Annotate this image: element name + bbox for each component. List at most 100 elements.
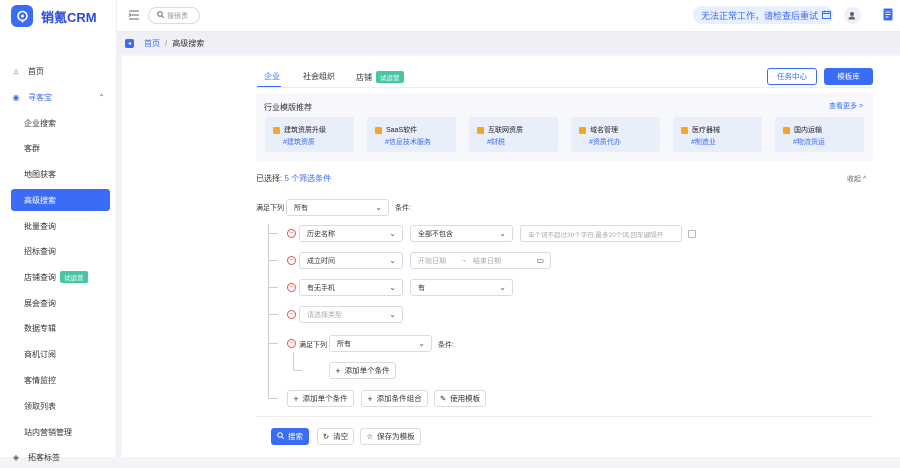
- condition-type-select[interactable]: 请选择类型 ⌄: [299, 306, 403, 323]
- chevron-down-icon: ⌄: [389, 256, 396, 265]
- view-more-link[interactable]: 查看更多 >: [829, 101, 863, 111]
- template-card[interactable]: 国内运输 #物流货运: [775, 117, 864, 152]
- condition-field-select[interactable]: 有无手机 ⌄: [299, 279, 403, 296]
- search-button[interactable]: 搜索: [271, 428, 309, 445]
- condition-value-select[interactable]: 有 ⌄: [410, 279, 513, 296]
- sidebar-item-label: 商机订阅: [24, 349, 56, 359]
- nested-match-mode-select[interactable]: 所有 ⌄: [329, 335, 432, 352]
- range-arrow: →: [460, 257, 467, 264]
- condition-operator-value: 全部不包含: [418, 230, 453, 238]
- condition-field-select[interactable]: 历史名称 ⌄: [299, 225, 403, 242]
- sidebar-item-label: 企业搜索: [24, 118, 56, 128]
- nested-add-single-button[interactable]: + 添加单个条件: [329, 362, 396, 379]
- badge-icon: [273, 126, 280, 134]
- template-tag: #财税: [487, 139, 505, 146]
- beta-badge: 试运营: [60, 271, 88, 283]
- plus-icon: +: [335, 365, 341, 376]
- copy-icon[interactable]: [688, 230, 696, 238]
- date-range-picker[interactable]: 开始日期 → 结束日期 ▭: [410, 252, 551, 269]
- template-tag: #建筑资质: [283, 139, 315, 146]
- tab-shop[interactable]: 店铺 试运营: [356, 71, 404, 83]
- sidebar-item-shop-query[interactable]: 店铺查询 试运营: [0, 266, 117, 288]
- sidebar-item-bidding[interactable]: 招标查询: [0, 240, 117, 262]
- condition-operator-select[interactable]: 全部不包含 ⌄: [410, 225, 513, 242]
- remove-condition-icon[interactable]: −: [287, 229, 296, 238]
- sidebar-item-marketing[interactable]: 站内营销管理: [0, 421, 117, 443]
- search-icon: [157, 11, 165, 20]
- sidebar-item-home[interactable]: ⌂ 首页: [0, 60, 117, 82]
- template-name: SaaS软件: [386, 127, 418, 134]
- sidebar-item-label: 领取列表: [24, 401, 56, 411]
- sidebar-item-label: 招标查询: [24, 246, 56, 256]
- app-logo[interactable]: 销氪CRM: [11, 5, 97, 27]
- sidebar-item-map[interactable]: 地图获客: [0, 163, 117, 185]
- template-card[interactable]: 域名管理 #资质代办: [571, 117, 660, 152]
- chevron-down-icon: ⌄: [389, 283, 396, 292]
- sidebar-item-subscription[interactable]: 商机订阅: [0, 343, 117, 365]
- document-icon[interactable]: [883, 8, 893, 21]
- sidebar-item-label: 数据专辑: [24, 323, 56, 333]
- plus-icon: +: [367, 393, 373, 404]
- menu-toggle-icon[interactable]: [128, 9, 140, 21]
- search-icon: [277, 432, 285, 441]
- sidebar-item-data-album[interactable]: 数据专辑: [0, 317, 117, 339]
- remove-condition-icon[interactable]: −: [287, 256, 296, 265]
- advanced-search-panel: 企业 社会组织 店铺 试运营 任务中心 模板库 行业模版推荐 查看更多 > 建筑…: [122, 56, 900, 457]
- match-mode-value: 所有: [294, 204, 308, 212]
- save-template-button[interactable]: ☆ 保存为模板: [360, 428, 421, 445]
- template-library-button[interactable]: 模板库: [824, 68, 873, 85]
- match-mode-select[interactable]: 所有 ⌄: [286, 199, 389, 216]
- section-title: 行业模版推荐: [264, 103, 312, 112]
- task-center-button[interactable]: 任务中心: [767, 68, 817, 85]
- template-card[interactable]: SaaS软件 #信息技术服务: [367, 117, 456, 152]
- condition-field-value: 有无手机: [307, 284, 335, 292]
- notice-banner[interactable]: 无法正常工作，请检查后重试: [693, 6, 833, 24]
- button-label: 清空: [333, 432, 349, 441]
- tree-branch: [268, 314, 278, 315]
- keyword-input[interactable]: 单个词不超过30个字符,最多20个词,回车键隔开: [520, 225, 682, 242]
- pen-icon: ✎: [439, 394, 447, 403]
- match-suffix: 条件:: [395, 205, 411, 212]
- remove-condition-icon[interactable]: −: [287, 310, 296, 319]
- tab-social-org[interactable]: 社会组织: [303, 71, 335, 82]
- industry-template-section: 行业模版推荐 查看更多 > 建筑资质升级 #建筑资质 SaaS软件 #信息技术服…: [256, 93, 873, 161]
- badge-icon: [477, 126, 484, 134]
- sidebar-item-expo[interactable]: 展会查询: [0, 292, 117, 314]
- sidebar-item-advanced-search[interactable]: 高级搜索: [11, 189, 110, 211]
- remove-group-icon[interactable]: −: [287, 339, 296, 348]
- template-card[interactable]: 互联网资质 #财税: [469, 117, 558, 152]
- clear-button[interactable]: ↻ 清空: [317, 428, 354, 445]
- sidebar-item-company-search[interactable]: 企业搜索: [0, 112, 117, 134]
- tree-branch: [268, 343, 278, 344]
- tree-line: [293, 352, 294, 370]
- condition-field-select[interactable]: 成立时间 ⌄: [299, 252, 403, 269]
- badge-icon: [681, 126, 688, 134]
- back-icon[interactable]: ◂: [125, 38, 134, 48]
- add-single-condition-button[interactable]: + 添加单个条件: [287, 390, 354, 407]
- tree-branch: [268, 398, 278, 399]
- template-card[interactable]: 建筑资质升级 #建筑资质: [265, 117, 354, 152]
- remove-condition-icon[interactable]: −: [287, 283, 296, 292]
- use-template-button[interactable]: ✎ 使用模板: [434, 390, 486, 407]
- start-date-placeholder: 开始日期: [418, 257, 446, 265]
- button-label: 搜索: [288, 432, 303, 441]
- selected-label: 已选择:: [256, 174, 283, 183]
- app-name: 销氪CRM: [41, 9, 97, 25]
- sidebar-item-monitor[interactable]: 客情监控: [0, 369, 117, 391]
- sidebar-group-xunkebao[interactable]: ◉ 寻客宝 ⌃: [0, 86, 117, 108]
- tab-company[interactable]: 企业: [264, 71, 280, 82]
- breadcrumb-home[interactable]: 首页: [144, 38, 160, 49]
- user-avatar-button[interactable]: [844, 7, 861, 24]
- tree-branch: [268, 260, 278, 261]
- sidebar-item-customer-group[interactable]: 客群: [0, 137, 117, 159]
- chevron-down-icon: ⌄: [389, 229, 396, 238]
- sidebar-group-tags[interactable]: ◈ 拓客标签: [0, 446, 117, 468]
- target-icon: ◉: [12, 92, 20, 102]
- search-input[interactable]: 搜很贵: [148, 7, 200, 24]
- star-icon: ☆: [366, 432, 374, 441]
- add-condition-group-button[interactable]: + 添加条件组合: [361, 390, 428, 407]
- collapse-toggle[interactable]: 收起 ^: [847, 174, 866, 184]
- sidebar-item-claim-list[interactable]: 领取列表: [0, 395, 117, 417]
- template-card[interactable]: 医疗器械 #制造业: [673, 117, 762, 152]
- sidebar-item-batch-query[interactable]: 批量查询: [0, 215, 117, 237]
